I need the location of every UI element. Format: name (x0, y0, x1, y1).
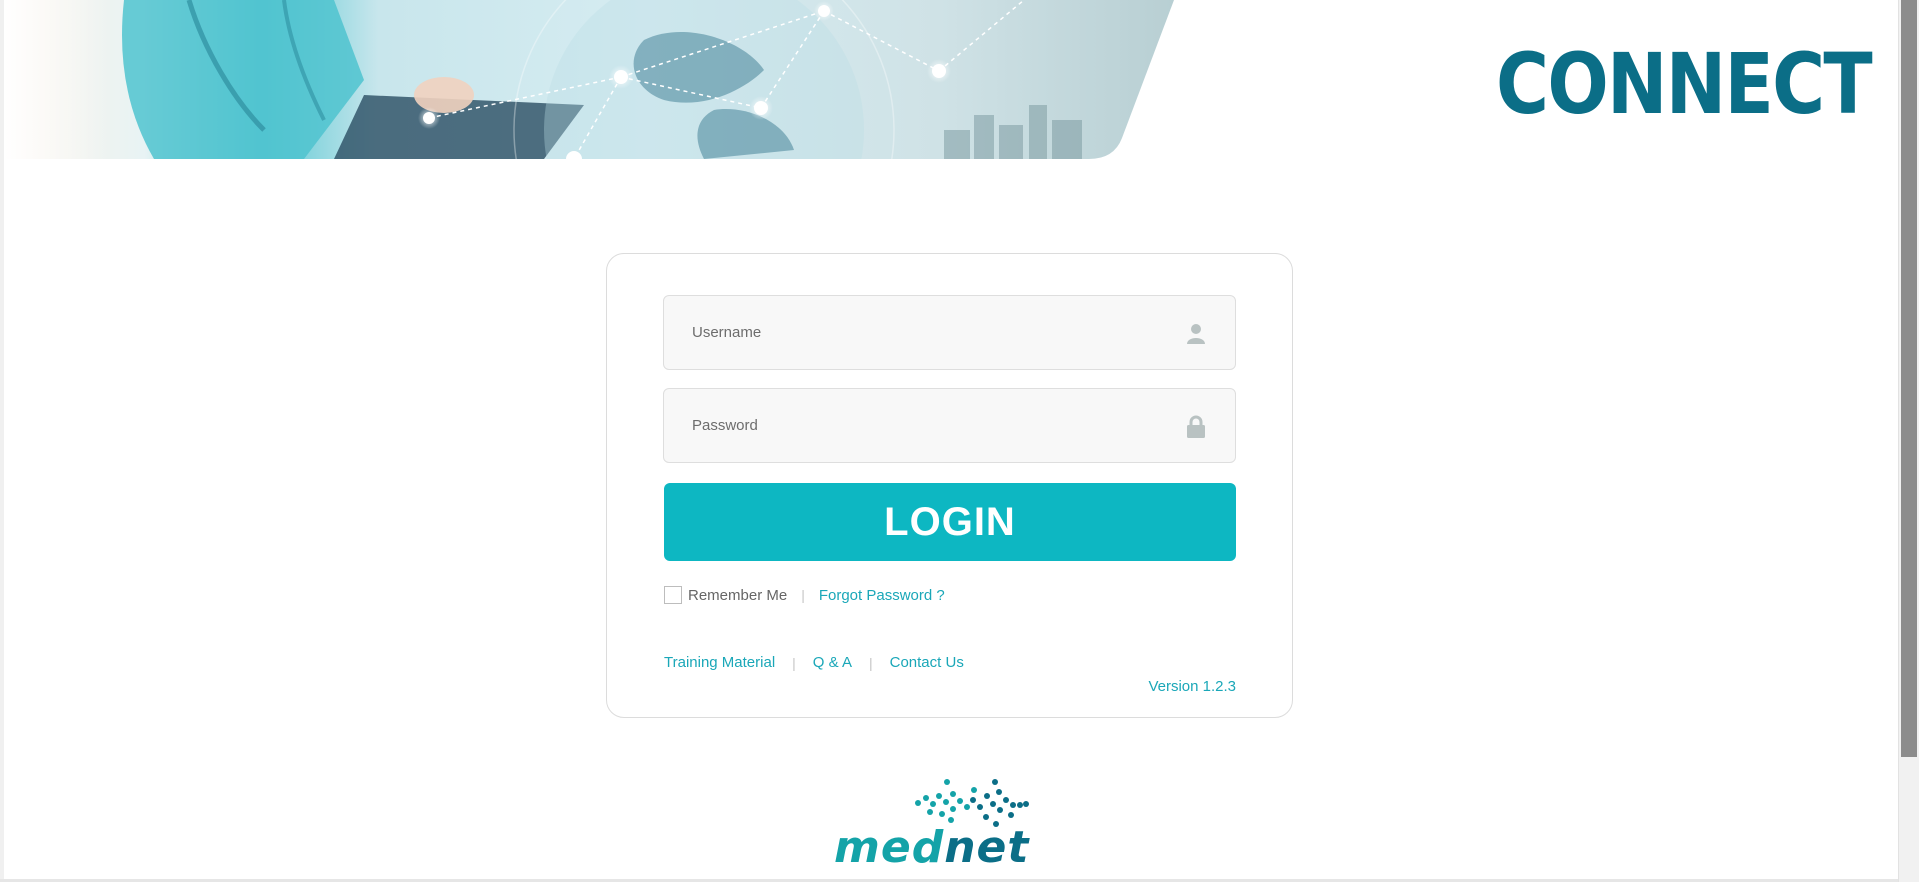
header-banner-image (4, 0, 1174, 159)
contact-us-link[interactable]: Contact Us (890, 654, 964, 671)
separator: | (868, 654, 873, 671)
login-button[interactable]: LOGIN (664, 483, 1236, 561)
mednet-wordmark: mednet (834, 826, 1029, 870)
password-field[interactable] (663, 388, 1236, 463)
qa-link[interactable]: Q & A (813, 654, 852, 671)
separator: | (801, 587, 805, 603)
version-label: Version 1.2.3 (1148, 678, 1236, 695)
vertical-scrollbar[interactable] (1898, 0, 1919, 882)
login-card: LOGIN Remember Me | Forgot Password ? Tr… (606, 253, 1293, 718)
username-input[interactable] (664, 296, 1235, 369)
remember-me-checkbox[interactable] (664, 586, 682, 604)
password-input[interactable] (664, 389, 1235, 462)
username-field[interactable] (663, 295, 1236, 370)
login-page: CONNECT LOGIN Remember Me (0, 0, 1919, 882)
training-material-link[interactable]: Training Material (664, 654, 775, 671)
connect-logo: CONNECT (1496, 35, 1873, 133)
user-icon (1185, 322, 1207, 346)
mednet-wordmark-med: med (834, 822, 945, 873)
mednet-wordmark-net: net (944, 822, 1030, 873)
mednet-logo: mednet (830, 774, 1070, 874)
remember-me-label[interactable]: Remember Me (688, 587, 787, 604)
scrollbar-thumb[interactable] (1901, 0, 1917, 757)
separator: | (792, 654, 796, 671)
lock-icon (1185, 415, 1207, 439)
footer-links: Training Material | Q & A | Contact Us (664, 654, 964, 671)
forgot-password-link[interactable]: Forgot Password ? (819, 587, 945, 604)
remember-row: Remember Me | Forgot Password ? (664, 584, 945, 606)
